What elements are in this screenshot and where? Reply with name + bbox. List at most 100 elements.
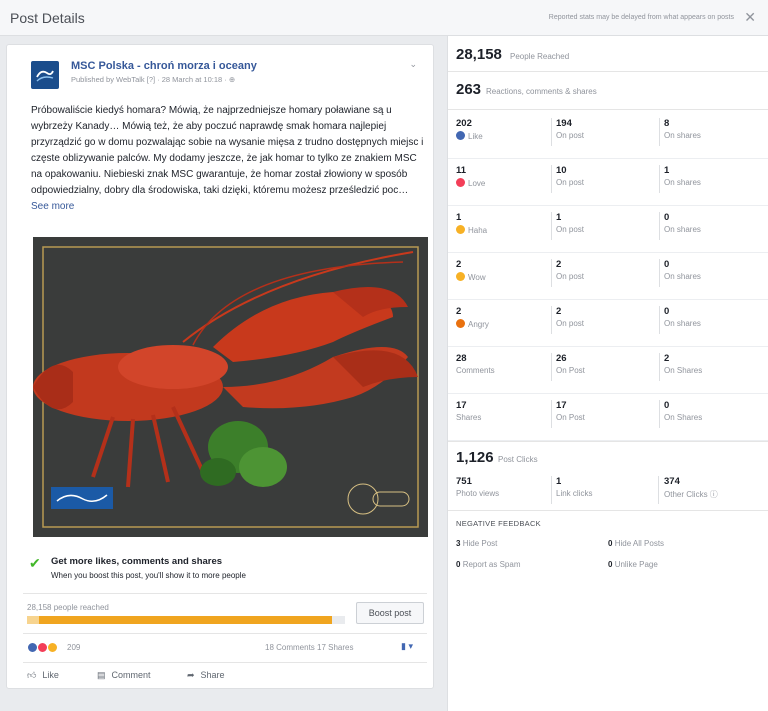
post-card: MSC Polska - chroń morza i oceany Publis… bbox=[6, 44, 434, 689]
on-post-label-text: On post bbox=[556, 225, 585, 234]
on-shares-stat: 8 On shares bbox=[664, 118, 701, 140]
on-shares-stat: 2 On Shares bbox=[664, 353, 702, 375]
lobster-photo-illustration bbox=[33, 237, 428, 537]
total-label-text: Angry bbox=[468, 320, 489, 329]
post-options-chevron-icon[interactable]: ⌄ bbox=[409, 59, 417, 70]
column-divider bbox=[659, 165, 660, 193]
comment-button[interactable]: ▤ Comment bbox=[97, 670, 151, 681]
total-value: 28 bbox=[456, 353, 467, 364]
post-message-text: Próbowaliście kiedyś homara? Mówią, że n… bbox=[31, 105, 424, 196]
on-post-stat: 17 On Post bbox=[556, 400, 585, 422]
comments-shares-count[interactable]: 18 Comments 17 Shares bbox=[265, 643, 354, 652]
on-post-value: 2 bbox=[556, 306, 562, 317]
other-clicks-value: 374 bbox=[664, 476, 680, 487]
like-button[interactable]: 👍︎ Like bbox=[27, 670, 59, 681]
other-clicks-stat[interactable]: 374 Other Clicks ⓘ bbox=[664, 476, 718, 500]
close-icon[interactable]: ✕ bbox=[744, 9, 756, 26]
column-divider bbox=[551, 212, 552, 240]
total-label-text: Shares bbox=[456, 413, 482, 422]
reach-progress-organic bbox=[27, 616, 39, 624]
share-label: Share bbox=[200, 670, 225, 680]
share-button[interactable]: ➦ Share bbox=[187, 670, 225, 681]
on-post-value: 10 bbox=[556, 165, 567, 176]
page-name-link[interactable]: MSC Polska - chroń morza i oceany bbox=[71, 60, 257, 72]
total-stat: 17 Shares bbox=[456, 400, 481, 422]
reaction-count[interactable]: 209 bbox=[67, 643, 80, 652]
total-label-text: Comments bbox=[456, 366, 495, 375]
on-shares-value: 8 bbox=[664, 118, 670, 129]
delay-note: Reported stats may be delayed from what … bbox=[548, 14, 734, 21]
on-shares-label: On Shares bbox=[664, 366, 702, 375]
total-value: 1 bbox=[456, 212, 462, 223]
total-label-text: Like bbox=[468, 132, 483, 141]
hide-post-stat: 3 Hide Post bbox=[456, 539, 497, 548]
on-shares-value: 1 bbox=[664, 165, 670, 176]
total-value: 11 bbox=[456, 165, 467, 176]
total-value: 17 bbox=[456, 400, 467, 411]
people-reached-label: People Reached bbox=[510, 52, 570, 61]
on-shares-label: On shares bbox=[664, 178, 701, 187]
engagement-block: 263 Reactions, comments & shares bbox=[448, 72, 768, 110]
column-divider bbox=[659, 306, 660, 334]
page-selector-icon[interactable]: ▮ ▾ bbox=[401, 641, 413, 652]
metric-row: 11 Love 10 On post 1 On shares bbox=[448, 159, 768, 206]
column-divider bbox=[551, 476, 552, 504]
page-avatar[interactable] bbox=[31, 61, 59, 89]
column-divider bbox=[659, 259, 660, 287]
on-post-label-text: On post bbox=[556, 319, 585, 328]
on-post-label: On post bbox=[556, 178, 584, 187]
on-post-label: On post bbox=[556, 272, 584, 281]
metric-row: 17 Shares 17 On Post 0 On Shares bbox=[448, 394, 768, 441]
post-photo[interactable] bbox=[33, 237, 428, 537]
hide-all-posts-value: 0 bbox=[608, 539, 613, 548]
post-insights-panel: 28,158 People Reached 263 Reactions, com… bbox=[447, 36, 768, 711]
link-clicks-stat: 1 Link clicks bbox=[556, 476, 592, 498]
people-reached-block: 28,158 People Reached bbox=[448, 36, 768, 72]
see-more-link[interactable]: See more bbox=[31, 201, 74, 212]
on-post-label-text: On Post bbox=[556, 413, 585, 422]
column-divider bbox=[659, 212, 660, 240]
report-spam-label: Report as Spam bbox=[462, 560, 521, 569]
metric-row: 2 Wow 2 On post 0 On shares bbox=[448, 253, 768, 300]
hide-all-posts-label: Hide All Posts bbox=[614, 539, 665, 548]
total-label: Haha bbox=[456, 225, 487, 235]
photo-views-stat: 751 Photo views bbox=[456, 476, 499, 498]
column-divider bbox=[551, 400, 552, 428]
link-clicks-value: 1 bbox=[556, 476, 562, 487]
thumbs-up-icon: 👍︎ bbox=[27, 670, 37, 680]
other-clicks-label: Other Clicks ⓘ bbox=[664, 490, 718, 499]
on-shares-label-text: On shares bbox=[664, 319, 701, 328]
comment-label: Comment bbox=[111, 670, 151, 680]
dialog-title: Post Details bbox=[10, 10, 85, 26]
post-message: Próbowaliście kiedyś homara? Mówią, że n… bbox=[31, 103, 426, 215]
total-value: 202 bbox=[456, 118, 472, 129]
total-label: Shares bbox=[456, 413, 481, 422]
hide-post-label: Hide Post bbox=[462, 539, 498, 548]
divider bbox=[23, 593, 427, 594]
promo-subtitle: When you boost this post, you'll show it… bbox=[51, 571, 246, 580]
on-shares-stat: 1 On shares bbox=[664, 165, 701, 187]
on-shares-label-text: On shares bbox=[664, 131, 701, 140]
like-label: Like bbox=[42, 670, 59, 680]
post-details-header: Post Details Reported stats may be delay… bbox=[0, 0, 768, 36]
people-reached-value: 28,158 bbox=[456, 46, 502, 63]
msc-logo-icon bbox=[36, 70, 54, 82]
total-value: 2 bbox=[456, 259, 462, 270]
column-divider bbox=[659, 353, 660, 381]
on-post-label: On post bbox=[556, 319, 584, 328]
unlike-page-value: 0 bbox=[608, 560, 613, 569]
total-label-text: Wow bbox=[468, 273, 486, 282]
on-post-label: On Post bbox=[556, 366, 585, 375]
on-shares-label: On shares bbox=[664, 225, 701, 234]
column-divider bbox=[551, 165, 552, 193]
hide-post-value: 3 bbox=[456, 539, 461, 548]
on-shares-stat: 0 On shares bbox=[664, 306, 701, 328]
column-divider bbox=[551, 118, 552, 146]
metric-row: 28 Comments 26 On Post 2 On Shares bbox=[448, 347, 768, 394]
column-divider bbox=[659, 118, 660, 146]
on-post-stat: 26 On Post bbox=[556, 353, 585, 375]
haha-reaction-icon[interactable] bbox=[47, 642, 58, 653]
on-shares-value: 0 bbox=[664, 212, 670, 223]
on-shares-label-text: On shares bbox=[664, 178, 701, 187]
boost-post-button[interactable]: Boost post bbox=[356, 602, 424, 624]
